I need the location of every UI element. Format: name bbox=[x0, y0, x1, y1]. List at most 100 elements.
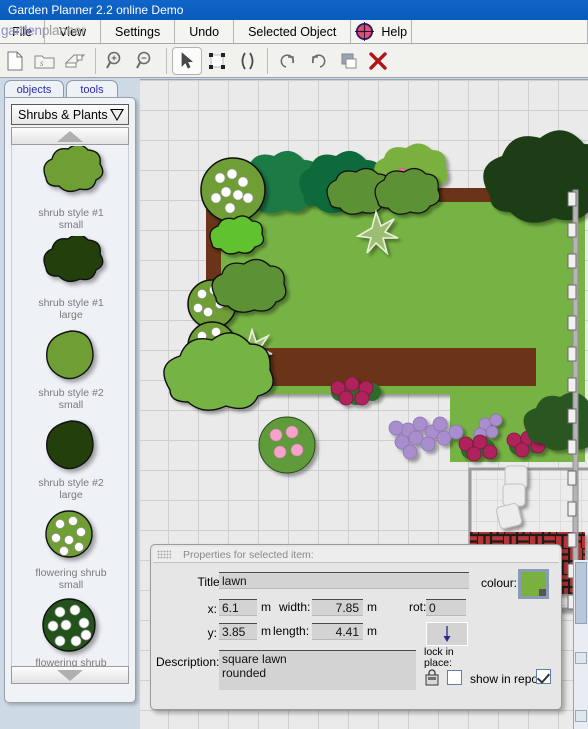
save-disk-icon bbox=[64, 54, 86, 67]
list-item-label: shrub style #2 small bbox=[38, 387, 104, 411]
open-folder-icon: s bbox=[34, 55, 55, 68]
zoom-out-button[interactable] bbox=[131, 47, 161, 75]
toolbar-group-file: s bbox=[0, 47, 90, 75]
description-textarea[interactable] bbox=[219, 650, 416, 690]
tab-tools[interactable]: tools bbox=[66, 80, 118, 98]
width-unit: m bbox=[367, 600, 377, 614]
lock-in-place-checkbox[interactable] bbox=[447, 670, 462, 685]
rot-input[interactable] bbox=[426, 599, 466, 616]
list-item[interactable]: flowering shrub bbox=[12, 595, 128, 666]
menu-help-label: Help bbox=[381, 24, 408, 39]
menu-selected-object[interactable]: Selected Object bbox=[234, 20, 352, 43]
select-arrow-icon bbox=[181, 51, 193, 68]
description-field-label: Description: bbox=[156, 655, 220, 669]
open-folder-button[interactable]: s bbox=[30, 47, 60, 75]
flowering-shrub-light-icon bbox=[36, 505, 106, 567]
list-item-label: shrub style #1 large bbox=[38, 297, 104, 321]
padlock-icon[interactable] bbox=[425, 669, 439, 686]
new-document-icon bbox=[7, 51, 23, 70]
menu-bar: File View Settings Undo Selected Object … bbox=[0, 20, 588, 44]
rot-field-label: rot: bbox=[409, 600, 427, 614]
toolbar-divider-1 bbox=[95, 47, 96, 74]
toolbar: s bbox=[0, 44, 588, 78]
width-field-label: width: bbox=[279, 600, 311, 614]
show-in-report-checkbox[interactable] bbox=[536, 669, 551, 684]
menu-help[interactable]: Help bbox=[351, 20, 413, 43]
length-unit: m bbox=[367, 624, 377, 638]
rotate-left-button[interactable] bbox=[273, 47, 303, 75]
lock-in-place-label: lock in place: bbox=[424, 646, 454, 669]
rotate-right-button[interactable] bbox=[303, 47, 333, 75]
list-item[interactable]: shrub style #2 small bbox=[12, 325, 128, 415]
objects-scroll-up-button[interactable] bbox=[11, 127, 129, 145]
y-field-label: y: bbox=[207, 626, 217, 640]
x-unit: m bbox=[261, 600, 271, 614]
scrollbar-thumb[interactable] bbox=[575, 562, 587, 624]
select-arrow-button[interactable] bbox=[172, 46, 202, 75]
properties-panel-title: Properties for selected item: bbox=[183, 548, 314, 561]
zoom-in-icon bbox=[106, 51, 121, 68]
zoom-in-button[interactable] bbox=[101, 47, 131, 75]
rotation-handle-icon bbox=[443, 626, 451, 642]
resize-handles-button[interactable] bbox=[232, 47, 262, 75]
rotate-right-icon bbox=[311, 53, 326, 68]
category-dropdown[interactable]: Shrubs & Plants bbox=[11, 104, 129, 125]
window-title-bar: Garden Planner 2.2 online Demo bbox=[0, 0, 588, 20]
colour-swatch-button[interactable] bbox=[518, 569, 549, 599]
tab-objects[interactable]: objects bbox=[4, 80, 64, 98]
chevron-down-icon bbox=[110, 109, 124, 121]
brand-logo-text: gardenplanner bbox=[1, 23, 86, 38]
scroll-up-arrow-icon bbox=[57, 130, 83, 142]
list-item[interactable]: shrub style #2 large bbox=[12, 415, 128, 505]
objects-panel: Shrubs & Plants shrub style #1 small shr… bbox=[4, 97, 136, 703]
list-item[interactable]: flowering shrub small bbox=[12, 505, 128, 595]
toolbar-group-transform bbox=[273, 47, 393, 75]
objects-list[interactable]: shrub style #1 small shrub style #1 larg… bbox=[11, 145, 129, 666]
brand-logo-part1: garden bbox=[1, 23, 42, 38]
brand-logo: gardenplanner bbox=[1, 20, 588, 43]
delete-button[interactable] bbox=[363, 47, 393, 75]
shrub-blob-dark-icon bbox=[36, 235, 106, 297]
shrub-round-dark-icon bbox=[36, 415, 106, 477]
objects-scroll-down-button[interactable] bbox=[11, 666, 129, 684]
scrollbar-button-a[interactable] bbox=[575, 652, 587, 664]
new-document-button[interactable] bbox=[0, 47, 30, 75]
menu-undo[interactable]: Undo bbox=[175, 20, 235, 43]
colour-label: colour: bbox=[481, 576, 518, 590]
resize-handles-icon bbox=[241, 52, 254, 69]
title-input[interactable] bbox=[219, 572, 469, 589]
app-window: Garden Planner 2.2 online Demo File View… bbox=[0, 0, 588, 729]
arrange-layers-button[interactable] bbox=[333, 47, 363, 75]
toolbar-group-select bbox=[172, 46, 262, 75]
length-input[interactable] bbox=[312, 623, 363, 640]
window-title: Garden Planner 2.2 online Demo bbox=[8, 3, 184, 17]
toolbar-divider-3 bbox=[267, 47, 268, 74]
toolbar-divider-2 bbox=[166, 47, 167, 74]
toolbar-group-zoom bbox=[101, 47, 161, 75]
y-input[interactable] bbox=[219, 623, 257, 640]
list-item-label: shrub style #1 small bbox=[38, 207, 104, 231]
category-label: Shrubs & Plants bbox=[18, 107, 108, 122]
properties-panel: Properties for selected item: Title: col… bbox=[150, 544, 562, 710]
brand-logo-part2: planner bbox=[41, 23, 86, 38]
width-input[interactable] bbox=[312, 599, 363, 616]
list-item-label: shrub style #2 large bbox=[38, 477, 104, 501]
rotate-left-icon bbox=[280, 53, 295, 68]
menu-settings[interactable]: Settings bbox=[101, 20, 176, 43]
drag-grip-icon[interactable] bbox=[157, 550, 171, 559]
gardenplanner-logo-icon bbox=[355, 22, 375, 41]
rotation-handle-button[interactable] bbox=[426, 622, 468, 646]
window-scrollbar[interactable] bbox=[573, 560, 588, 729]
properties-panel-header[interactable]: Properties for selected item: bbox=[153, 547, 559, 563]
zoom-out-icon bbox=[136, 51, 151, 68]
svg-text:s: s bbox=[40, 58, 44, 68]
x-input[interactable] bbox=[219, 599, 257, 616]
save-disk-button[interactable] bbox=[60, 47, 90, 75]
sidebar-tabs: objects tools bbox=[4, 80, 136, 98]
marquee-select-button[interactable] bbox=[202, 47, 232, 75]
scrollbar-button-b[interactable] bbox=[575, 710, 587, 722]
list-item-label: flowering shrub small bbox=[35, 567, 107, 591]
flowering-shrub-dark-icon bbox=[36, 595, 106, 657]
list-item[interactable]: shrub style #1 small bbox=[12, 145, 128, 235]
list-item[interactable]: shrub style #1 large bbox=[12, 235, 128, 325]
